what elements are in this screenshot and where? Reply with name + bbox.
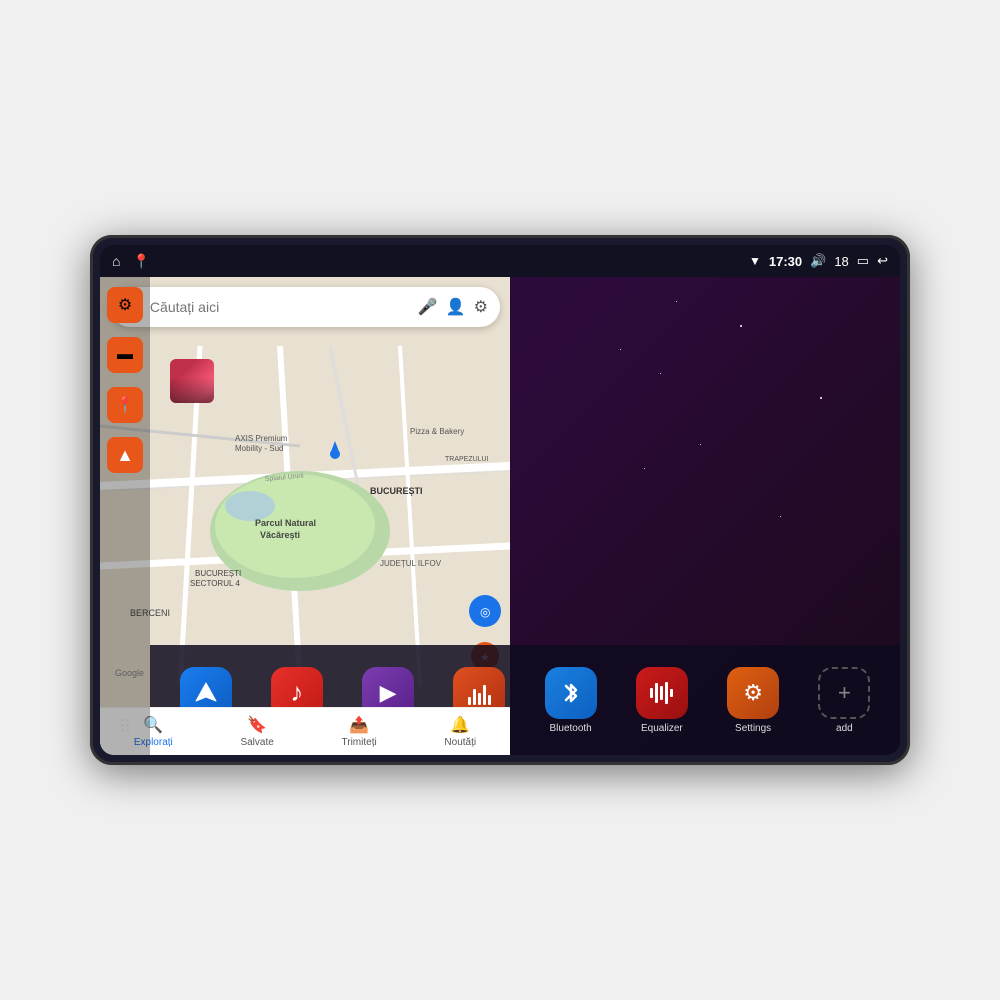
crowd-pattern	[170, 377, 214, 403]
location-sidebar-btn[interactable]: 📍	[107, 387, 143, 423]
main-area: ⚙ ▬ 📍 ▲ ⠿	[100, 277, 900, 755]
mic-icon[interactable]: 🎤	[418, 297, 438, 317]
album-art-inner	[170, 359, 214, 403]
map-tab-saved[interactable]: 🔖 Salvate	[240, 715, 273, 748]
app-item-settings[interactable]: ⚙ Settings	[723, 667, 783, 734]
navi-svg	[192, 679, 220, 707]
eq-bar-5	[488, 695, 491, 705]
home-icon[interactable]: ⌂	[112, 253, 120, 269]
archive-sidebar-btn[interactable]: ▬	[107, 337, 143, 373]
app-item-equalizer[interactable]: Equalizer	[632, 667, 692, 734]
map-search-input[interactable]	[150, 299, 410, 315]
map-search-bar[interactable]: 📍 🎤 👤 ⚙	[110, 287, 500, 327]
grid-sidebar-btn[interactable]: ⠿	[107, 709, 143, 745]
svg-text:BUCUREȘTI: BUCUREȘTI	[370, 486, 423, 496]
eq-bar-4	[483, 685, 486, 705]
share-label: Trimiteți	[342, 737, 377, 748]
device-screen: ⌂ 📍 ▼ 17:30 🔊 18 ▭ ↩	[100, 245, 900, 755]
eq-bar-e	[670, 689, 673, 697]
status-bar: ⌂ 📍 ▼ 17:30 🔊 18 ▭ ↩	[100, 245, 900, 277]
svg-text:Parcul Natural: Parcul Natural	[255, 518, 316, 528]
svg-text:Pizza & Bakery: Pizza & Bakery	[410, 427, 464, 436]
status-left-icons: ⌂ 📍	[112, 253, 150, 270]
add-label: add	[836, 723, 853, 734]
map-tab-news[interactable]: 🔔 Noutăți	[444, 715, 476, 748]
eq-bars-eq	[650, 681, 673, 705]
clock-status: 17:30	[769, 254, 802, 269]
map-tab-share[interactable]: 📤 Trimiteți	[342, 715, 377, 748]
svg-text:◎: ◎	[480, 605, 490, 619]
account-icon[interactable]: 👤	[446, 297, 466, 317]
share-icon: 📤	[349, 715, 369, 735]
saved-icon: 🔖	[247, 715, 267, 735]
svg-text:SECTORUL 4: SECTORUL 4	[190, 579, 240, 588]
car-infotainment-device: ⌂ 📍 ▼ 17:30 🔊 18 ▭ ↩	[90, 235, 910, 765]
eq-bar-c	[660, 686, 663, 700]
sidebar: ⚙ ▬ 📍 ▲ ⠿	[100, 277, 150, 755]
settings-icon: ⚙	[727, 667, 779, 719]
settings-map-icon[interactable]: ⚙	[474, 297, 488, 317]
eq-bar-1	[468, 697, 471, 705]
svg-text:Văcărești: Văcărești	[260, 530, 300, 540]
app-item-add[interactable]: + add	[814, 667, 874, 734]
settings-sidebar-btn[interactable]: ⚙	[107, 287, 143, 323]
bluetooth-label: Bluetooth	[549, 723, 591, 734]
svg-text:JUDEȚUL ILFOV: JUDEȚUL ILFOV	[380, 559, 442, 568]
news-icon: 🔔	[450, 715, 470, 735]
add-icon: +	[818, 667, 870, 719]
album-art	[170, 359, 214, 403]
back-icon[interactable]: ↩	[877, 253, 888, 269]
equalizer-label: Equalizer	[641, 723, 683, 734]
svg-text:TRAPEZULUI: TRAPEZULUI	[445, 456, 489, 463]
map-bottom-tabs: 🔍 Explorați 🔖 Salvate 📤 Trimiteți 🔔 Nout…	[100, 707, 510, 755]
maps-icon[interactable]: 📍	[132, 253, 149, 270]
bluetooth-icon	[545, 667, 597, 719]
settings-label: Settings	[735, 723, 771, 734]
radio-eq-bars	[468, 681, 491, 705]
eq-bar-d	[665, 682, 668, 704]
eq-bar-2	[473, 689, 476, 705]
saved-label: Salvate	[240, 737, 273, 748]
app-item-bluetooth[interactable]: Bluetooth	[541, 667, 601, 734]
svg-text:BUCUREȘTI: BUCUREȘTI	[195, 569, 241, 578]
news-label: Noutăți	[444, 737, 476, 748]
bt-svg	[560, 680, 582, 706]
status-right-info: ▼ 17:30 🔊 18 ▭ ↩	[749, 253, 888, 269]
svg-text:Mobility - Sud: Mobility - Sud	[235, 444, 283, 453]
battery-icon: ▭	[857, 253, 869, 269]
volume-icon: 🔊	[810, 253, 826, 269]
svg-text:AXIS Premium: AXIS Premium	[235, 434, 288, 443]
battery-value: 18	[834, 254, 848, 269]
eq-bar-a	[650, 688, 653, 698]
wifi-icon: ▼	[749, 254, 761, 268]
navi-sidebar-btn[interactable]: ▲	[107, 437, 143, 473]
equalizer-icon	[636, 667, 688, 719]
eq-bar-b	[655, 683, 658, 703]
eq-bar-3	[478, 693, 481, 705]
